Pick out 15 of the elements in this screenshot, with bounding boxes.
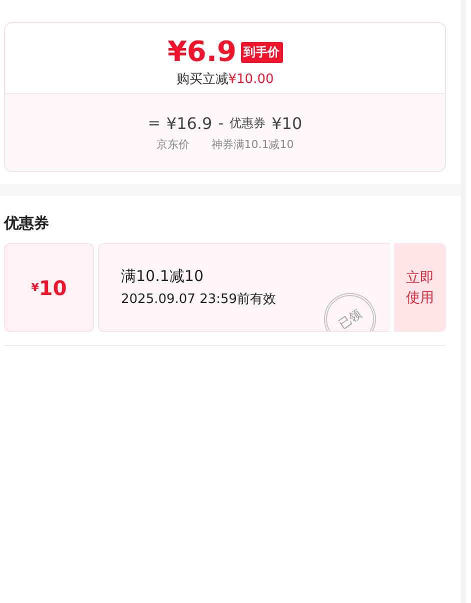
coupon-validity: 2025.09.07 23:59前有效 <box>121 291 278 308</box>
final-price: ¥6.9 <box>167 37 237 67</box>
base-price-caption: 京东价 <box>156 136 190 152</box>
coupon-value: ¥10 <box>4 243 94 332</box>
coupon-label: 优惠券 <box>230 114 266 132</box>
coupon-condition: 满10.1减10 <box>121 267 204 286</box>
coupon-caption: 神券满10.1减10 <box>211 136 294 152</box>
minus-sign: - <box>218 114 224 132</box>
saving-text: 购买立减¥10.00 <box>176 71 274 88</box>
section-title: 优惠券 <box>4 214 50 233</box>
use-now-button[interactable]: 立即使用 <box>394 243 446 332</box>
coupon-amount: ¥10 <box>272 114 302 132</box>
base-price: ¥16.9 <box>166 114 212 132</box>
final-price-badge: 到手价 <box>240 42 283 62</box>
equals-sign: = <box>148 114 160 132</box>
